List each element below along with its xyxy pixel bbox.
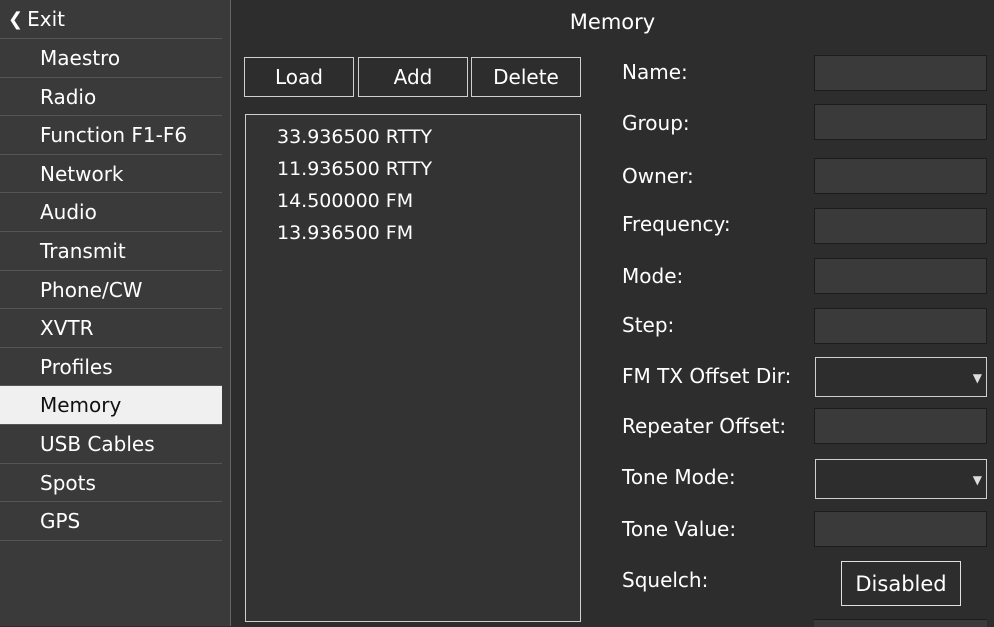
frequency-label: Frequency: xyxy=(622,212,731,236)
sidebar-item-radio[interactable]: Radio xyxy=(0,78,222,117)
load-button[interactable]: Load xyxy=(244,57,354,97)
owner-label: Owner: xyxy=(622,164,694,188)
memory-list[interactable]: 33.936500 RTTY 11.936500 RTTY 14.500000 … xyxy=(245,114,581,622)
name-label: Name: xyxy=(622,60,688,84)
exit-button[interactable]: ❮ Exit xyxy=(0,0,222,39)
sidebar-item-phone-cw[interactable]: Phone/CW xyxy=(0,271,222,310)
group-field[interactable] xyxy=(814,104,987,140)
list-item[interactable]: 11.936500 RTTY xyxy=(246,153,580,185)
step-label: Step: xyxy=(622,313,675,337)
delete-button[interactable]: Delete xyxy=(471,57,581,97)
sidebar-item-network[interactable]: Network xyxy=(0,155,222,194)
owner-field[interactable] xyxy=(814,158,987,194)
list-item[interactable]: 33.936500 RTTY xyxy=(246,121,580,153)
name-field[interactable] xyxy=(814,55,987,91)
memory-panel: Memory Load Add Delete 33.936500 RTTY 11… xyxy=(230,0,994,627)
list-item[interactable]: 13.936500 FM xyxy=(246,217,580,249)
sidebar-item-transmit[interactable]: Transmit xyxy=(0,232,222,271)
chevron-down-icon: ▼ xyxy=(972,371,982,385)
sidebar-item-usb-cables[interactable]: USB Cables xyxy=(0,425,222,464)
mode-label: Mode: xyxy=(622,264,684,288)
sidebar-item-profiles[interactable]: Profiles xyxy=(0,348,222,387)
chevron-left-icon: ❮ xyxy=(8,8,24,30)
list-item[interactable]: 14.500000 FM xyxy=(246,185,580,217)
sidebar-item-audio[interactable]: Audio xyxy=(0,193,222,232)
fm-tx-offset-dir-label: FM TX Offset Dir: xyxy=(622,364,792,388)
tone-mode-select[interactable]: ▼ xyxy=(815,459,987,499)
repeater-offset-label: Repeater Offset: xyxy=(622,414,787,438)
page-title: Memory xyxy=(569,10,656,34)
add-button[interactable]: Add xyxy=(358,57,468,97)
repeater-offset-field[interactable] xyxy=(814,408,987,444)
tone-mode-label: Tone Mode: xyxy=(622,465,736,489)
group-label: Group: xyxy=(622,111,690,135)
sidebar-item-gps[interactable]: GPS xyxy=(0,502,222,541)
exit-label: Exit xyxy=(27,7,65,31)
sidebar-item-memory[interactable]: Memory xyxy=(0,386,222,425)
squelch-toggle-button[interactable]: Disabled xyxy=(841,561,961,606)
sidebar-item-maestro[interactable]: Maestro xyxy=(0,39,222,78)
fm-tx-offset-dir-select[interactable]: ▼ xyxy=(815,357,987,397)
sidebar: ❮ Exit Maestro Radio Function F1-F6 Netw… xyxy=(0,0,222,626)
tone-value-label: Tone Value: xyxy=(622,517,737,541)
step-field[interactable] xyxy=(814,308,987,344)
tone-value-field[interactable] xyxy=(814,511,987,547)
mode-field[interactable] xyxy=(814,258,987,294)
sidebar-item-xvtr[interactable]: XVTR xyxy=(0,309,222,348)
squelch-label: Squelch: xyxy=(622,568,709,592)
sidebar-item-spots[interactable]: Spots xyxy=(0,464,222,503)
panel-divider xyxy=(222,0,230,626)
chevron-down-icon: ▼ xyxy=(972,473,982,487)
frequency-field[interactable] xyxy=(814,208,987,244)
sidebar-item-function[interactable]: Function F1-F6 xyxy=(0,116,222,155)
